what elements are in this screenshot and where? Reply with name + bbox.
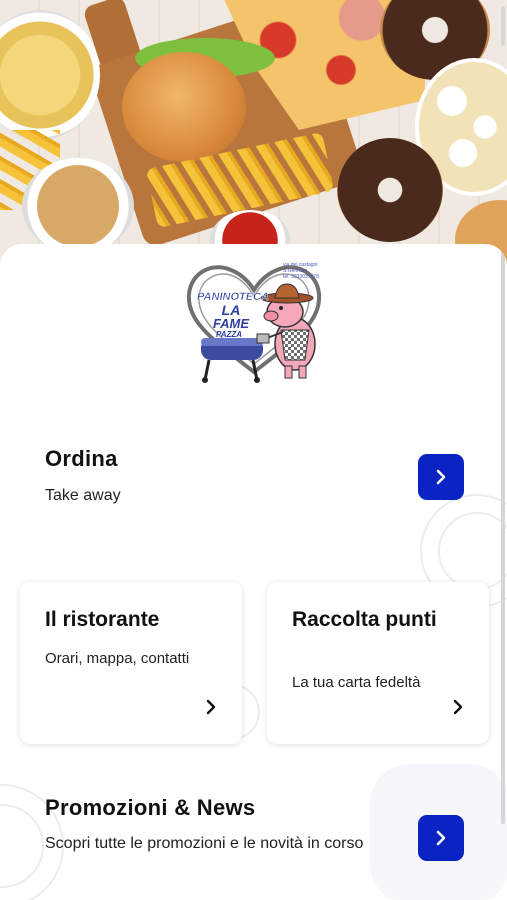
- chevron-right-icon: [453, 699, 463, 715]
- promozioni-subtitle: Scopri tutte le promozioni e le novità i…: [45, 835, 364, 852]
- content-sheet: PANINOTECA LA FAME PAZZA via dei castagn…: [0, 244, 507, 900]
- card-ristorante-subtitle: Orari, mappa, contatti: [45, 650, 190, 667]
- chevron-right-icon: [436, 830, 446, 846]
- logo-title-line3: FAME: [213, 316, 249, 331]
- logo-phone: tel. 3333037978: [283, 274, 319, 280]
- vertical-scrollbar[interactable]: [501, 244, 505, 824]
- ordina-title: Ordina: [45, 446, 118, 471]
- burger-bun: [122, 52, 246, 162]
- hero-food-image: [0, 0, 507, 270]
- decorative-ring: [438, 512, 507, 590]
- pig-grill-logo-icon: PANINOTECA LA FAME PAZZA via dei castagn…: [186, 262, 322, 383]
- card-ristorante[interactable]: Il ristorante Orari, mappa, contatti: [20, 582, 242, 744]
- peanuts-bowl: [22, 158, 134, 254]
- restaurant-logo: PANINOTECA LA FAME PAZZA via dei castagn…: [183, 260, 325, 386]
- chevron-right-icon: [436, 469, 446, 485]
- card-ristorante-title: Il ristorante: [45, 608, 160, 631]
- hero-scrollbar[interactable]: [501, 6, 505, 46]
- card-raccolta-subtitle: La tua carta fedeltà: [292, 674, 421, 691]
- chips-bowl: [0, 10, 100, 140]
- ordina-subtitle: Take away: [45, 487, 121, 504]
- ordina-button[interactable]: [418, 454, 464, 500]
- logo-title-line4: PAZZA: [216, 330, 242, 339]
- promozioni-button[interactable]: [418, 815, 464, 861]
- chevron-right-icon: [206, 699, 216, 715]
- donut-bottom: [337, 138, 443, 242]
- promozioni-title: Promozioni & News: [45, 795, 256, 820]
- card-raccolta-punti[interactable]: Raccolta punti La tua carta fedeltà: [267, 582, 489, 744]
- card-raccolta-title: Raccolta punti: [292, 608, 437, 631]
